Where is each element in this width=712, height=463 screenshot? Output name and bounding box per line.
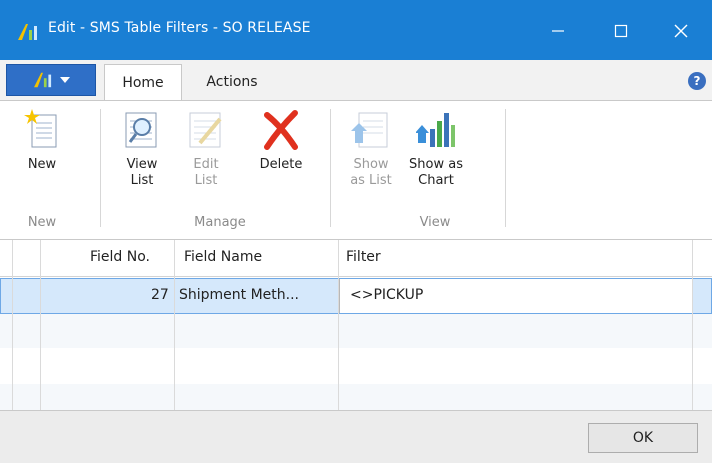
show-as-chart-label-2: Chart xyxy=(418,173,454,188)
dialog-footer: OK xyxy=(0,410,712,463)
close-icon xyxy=(674,24,688,38)
chevron-down-icon xyxy=(60,77,70,83)
grid-header: Field No. Field Name Filter xyxy=(0,240,712,277)
show-as-list-button[interactable]: Show as List xyxy=(348,107,394,189)
maximize-button[interactable] xyxy=(598,8,644,54)
tab-actions[interactable]: Actions xyxy=(184,64,280,100)
group-separator xyxy=(100,109,101,227)
show-as-chart-button[interactable]: Show as Chart xyxy=(406,107,466,189)
ribbon-body: New New View List Edit List Delete Manag… xyxy=(0,100,712,240)
ok-button[interactable]: OK xyxy=(588,423,698,453)
minimize-button[interactable] xyxy=(535,8,581,54)
dynamics-nav-icon xyxy=(34,72,52,88)
group-separator xyxy=(330,109,331,227)
delete-x-icon xyxy=(264,110,298,150)
minimize-icon xyxy=(552,30,564,32)
column-divider xyxy=(174,240,175,410)
title-bar: Edit - SMS Table Filters - SO RELEASE xyxy=(0,0,712,60)
column-header-field-name[interactable]: Field Name xyxy=(184,249,262,265)
cell-field-no: 27 xyxy=(151,287,169,303)
group-separator xyxy=(505,109,506,227)
column-divider xyxy=(40,240,41,410)
group-label-manage: Manage xyxy=(194,215,246,230)
help-icon[interactable]: ? xyxy=(688,72,706,90)
group-label-new: New xyxy=(27,215,57,230)
view-list-icon xyxy=(125,112,157,148)
group-label-view: View xyxy=(419,215,451,230)
view-list-label-2: List xyxy=(130,173,154,188)
delete-button[interactable]: Delete xyxy=(256,107,306,173)
tab-home[interactable]: Home xyxy=(104,64,182,100)
edit-list-button[interactable]: Edit List xyxy=(186,107,226,189)
cell-field-name: Shipment Meth... xyxy=(179,287,300,303)
new-document-icon xyxy=(24,109,57,148)
show-as-chart-icon xyxy=(416,113,455,147)
column-header-filter[interactable]: Filter xyxy=(346,249,381,265)
window-title: Edit - SMS Table Filters - SO RELEASE xyxy=(48,20,311,36)
edit-list-label-2: List xyxy=(194,173,218,188)
new-button-label: New xyxy=(27,157,57,172)
filter-input[interactable] xyxy=(348,286,682,304)
show-as-chart-label-1: Show as xyxy=(409,157,463,172)
table-row[interactable] xyxy=(0,348,712,384)
edit-window: Edit - SMS Table Filters - SO RELEASE Ho… xyxy=(0,0,712,463)
edit-list-icon xyxy=(189,112,222,148)
table-row[interactable] xyxy=(0,384,712,410)
view-list-button[interactable]: View List xyxy=(122,107,162,189)
filters-grid: Field No. Field Name Filter 27 Shipment … xyxy=(0,240,712,410)
column-divider xyxy=(338,240,339,410)
maximize-icon xyxy=(614,24,628,38)
close-button[interactable] xyxy=(658,8,704,54)
edit-list-label-1: Edit xyxy=(193,157,219,172)
column-divider xyxy=(12,240,13,410)
ribbon-tab-row: Home Actions ? xyxy=(0,60,712,100)
application-menu-button[interactable] xyxy=(6,64,96,96)
view-list-label-1: View xyxy=(126,157,158,172)
new-button[interactable]: New xyxy=(22,107,62,173)
column-header-field-no[interactable]: Field No. xyxy=(90,249,150,265)
filter-cell-editor[interactable] xyxy=(339,279,693,313)
show-as-list-label-2: as List xyxy=(350,173,392,188)
show-as-list-label-1: Show xyxy=(353,157,389,172)
table-row[interactable] xyxy=(0,312,712,348)
show-as-list-icon xyxy=(351,112,388,148)
dynamics-nav-icon xyxy=(18,24,37,40)
delete-button-label: Delete xyxy=(259,157,303,172)
column-divider xyxy=(692,240,693,410)
table-row-selected[interactable]: 27 Shipment Meth... xyxy=(0,278,712,314)
